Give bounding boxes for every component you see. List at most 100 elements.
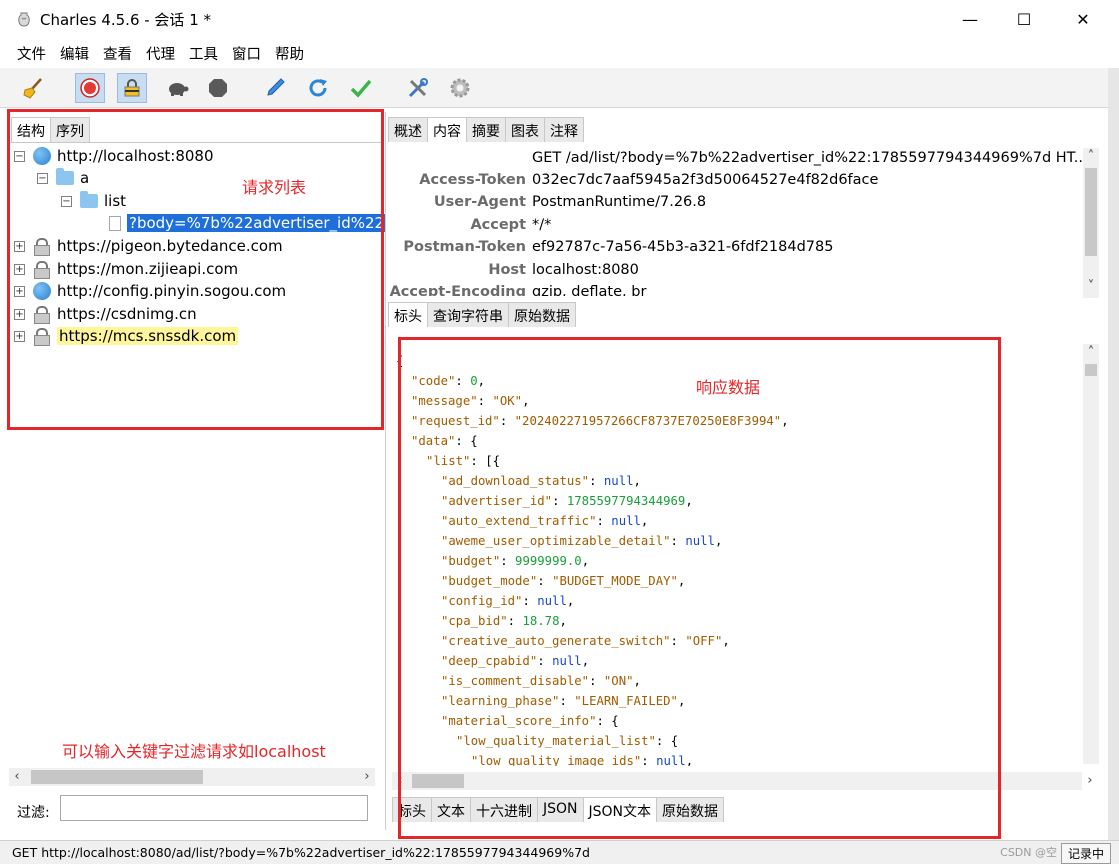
scroll-right-icon[interactable]: › — [359, 768, 375, 786]
header-row: Accept-Encoding gzip, deflate, br — [386, 284, 1086, 296]
expand-icon[interactable]: + — [14, 330, 25, 342]
tree-row-host-sogou[interactable]: + http://config.pinyin.sogou.com — [14, 280, 286, 302]
menu-file[interactable]: 文件 — [10, 43, 53, 64]
breakpoint-hexagon-icon[interactable] — [203, 73, 233, 103]
minimize-button[interactable]: — — [941, 0, 999, 38]
json-value: null — [656, 754, 686, 766]
tree-row-request-selected[interactable]: ?body=%7b%22advertiser_id%22 — [109, 212, 387, 234]
json-value: "OK" — [492, 394, 523, 408]
tab-response-raw[interactable]: 原始数据 — [656, 797, 725, 822]
menu-window[interactable]: 窗口 — [225, 43, 268, 64]
tab-overview[interactable]: 概述 — [388, 117, 428, 142]
title-bar: Charles 4.5.6 - 会话 1 * — ☐ ✕ — [0, 0, 1119, 38]
expand-icon[interactable]: + — [14, 285, 25, 297]
json-line: "is_comment_disable": "ON", — [441, 674, 641, 688]
tab-contents[interactable]: 内容 — [427, 117, 467, 142]
record-icon[interactable] — [75, 73, 105, 103]
throttle-turtle-icon[interactable] — [162, 73, 192, 103]
json-value: "OFF" — [685, 634, 723, 648]
tab-structure[interactable]: 结构 — [11, 117, 51, 142]
ssl-lock-icon[interactable] — [117, 73, 147, 103]
tree-row-host-localhost[interactable]: − http://localhost:8080 — [14, 145, 214, 167]
tab-response-headers[interactable]: 标头 — [392, 797, 432, 822]
expand-icon[interactable]: + — [14, 263, 25, 275]
json-line: { — [396, 354, 404, 368]
headers-vertical-scrollbar[interactable]: ˄ ˅ — [1083, 148, 1099, 298]
header-key: Accept — [470, 217, 526, 233]
json-key: "low_quality_image_ids" — [471, 754, 642, 766]
tab-summary[interactable]: 摘要 — [466, 117, 506, 142]
json-key: "data" — [411, 434, 456, 448]
menu-bar: 文件 编辑 查看 代理 工具 窗口 帮助 — [0, 38, 1119, 68]
json-value: null — [611, 514, 641, 528]
tab-request-headers[interactable]: 标头 — [388, 302, 428, 327]
tab-response-json[interactable]: JSON — [537, 797, 584, 822]
scroll-left-icon[interactable]: ‹ — [392, 772, 408, 790]
annotation-filter-hint: 可以输入关键字过滤请求如localhost — [62, 742, 326, 761]
scrollbar-thumb[interactable] — [1085, 168, 1097, 256]
scrollbar-thumb[interactable] — [412, 774, 464, 788]
close-button[interactable]: ✕ — [1054, 0, 1112, 38]
json-vertical-scrollbar[interactable]: ˄ — [1083, 344, 1099, 764]
header-row: Postman-Token ef92787c-7a56-45b3-a321-6f… — [386, 239, 1086, 261]
json-line: "creative_auto_generate_switch": "OFF", — [441, 634, 730, 648]
json-key: "ad_download_status" — [441, 474, 590, 488]
scroll-left-icon[interactable]: ‹ — [9, 768, 25, 786]
scroll-up-icon[interactable]: ˄ — [1083, 344, 1099, 362]
broom-icon[interactable] — [18, 73, 48, 103]
tab-response-hex[interactable]: 十六进制 — [470, 797, 538, 822]
filter-input[interactable] — [60, 795, 368, 821]
json-value: 18.78 — [522, 614, 560, 628]
expand-icon[interactable]: + — [14, 308, 25, 320]
tab-response-json-text[interactable]: JSON文本 — [582, 797, 658, 822]
tools-icon[interactable] — [403, 73, 433, 103]
maximize-button[interactable]: ☐ — [995, 0, 1053, 38]
tree-horizontal-scrollbar[interactable]: ‹ › — [9, 768, 375, 786]
tree-row-host-snssdk[interactable]: + https://mcs.snssdk.com — [14, 325, 239, 347]
folder-icon — [56, 168, 74, 185]
tree-row-host-csdnimg[interactable]: + https://csdnimg.cn — [14, 303, 197, 325]
tab-chart[interactable]: 图表 — [505, 117, 545, 142]
tab-response-text[interactable]: 文本 — [431, 797, 471, 822]
json-key: "advertiser_id" — [441, 494, 553, 508]
menu-edit[interactable]: 编辑 — [53, 43, 96, 64]
menu-help[interactable]: 帮助 — [268, 43, 311, 64]
scroll-up-icon[interactable]: ˄ — [1083, 148, 1099, 166]
scrollbar-thumb[interactable] — [1085, 364, 1097, 376]
expand-icon[interactable]: + — [14, 240, 25, 252]
scrollbar-thumb[interactable] — [31, 770, 203, 784]
json-key: "learning_phase" — [441, 694, 560, 708]
header-key: Access-Token — [419, 172, 526, 188]
json-value: null — [552, 654, 582, 668]
header-value: 032ec7dc7aaf5945a2f3d50064527e4f82d6face — [532, 172, 879, 188]
repeat-icon[interactable] — [303, 73, 333, 103]
json-line: "config_id": null, — [441, 594, 575, 608]
json-horizontal-scrollbar[interactable]: ‹ › — [392, 772, 1093, 790]
tree-row-folder-list[interactable]: − list — [61, 190, 126, 212]
collapse-icon[interactable]: − — [61, 195, 72, 207]
collapse-icon[interactable]: − — [37, 172, 48, 184]
collapse-icon[interactable]: − — [14, 150, 25, 162]
tree-row-folder-ad[interactable]: − a — [37, 167, 89, 189]
tree-row-host-pigeon[interactable]: + https://pigeon.bytedance.com — [14, 235, 283, 257]
settings-gear-icon[interactable] — [445, 73, 475, 103]
tree-row-host-mon[interactable]: + https://mon.zijieapi.com — [14, 258, 238, 280]
header-row: Host localhost:8080 — [386, 262, 1086, 284]
scroll-right-icon[interactable]: › — [1082, 772, 1098, 790]
tab-notes[interactable]: 注释 — [544, 117, 584, 142]
lock-icon — [33, 306, 50, 324]
compose-pen-icon[interactable] — [260, 73, 290, 103]
host-label: https://pigeon.bytedance.com — [57, 237, 283, 255]
validate-check-icon[interactable] — [346, 73, 376, 103]
json-key: "creative_auto_generate_switch" — [441, 634, 671, 648]
menu-tools[interactable]: 工具 — [182, 43, 225, 64]
window-edge-strip — [1108, 68, 1119, 840]
menu-view[interactable]: 查看 — [96, 43, 139, 64]
response-json-viewer: {"code": 0, "message": "OK", "request_id":… — [386, 340, 1092, 766]
tab-request-raw[interactable]: 原始数据 — [508, 302, 576, 327]
tab-sequence[interactable]: 序列 — [50, 117, 90, 142]
tab-query-string[interactable]: 查询字符串 — [427, 302, 509, 327]
menu-proxy[interactable]: 代理 — [139, 43, 182, 64]
scroll-down-icon[interactable]: ˅ — [1083, 278, 1099, 296]
host-label: http://localhost:8080 — [57, 147, 214, 165]
